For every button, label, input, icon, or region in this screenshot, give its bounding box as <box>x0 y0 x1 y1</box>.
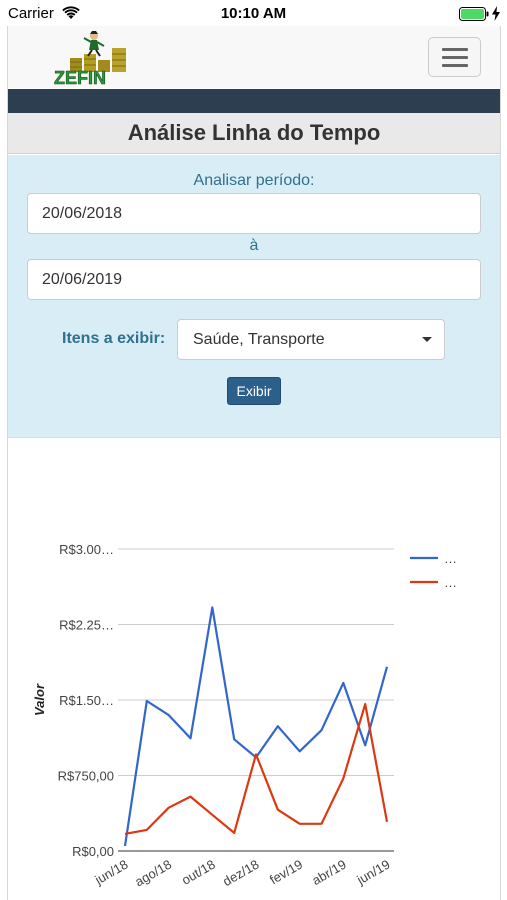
series-line-2 <box>124 702 389 835</box>
legend-label-1: … <box>444 551 457 566</box>
start-date-input[interactable] <box>27 193 481 234</box>
items-select-value: Saúde, Transporte <box>193 331 325 348</box>
items-label: Itens a exibir: <box>62 330 166 347</box>
timeline-chart: R$0,00 R$750,00 R$1.50… R$2.25… R$3.00… Valor… <box>8 439 500 900</box>
page-title-bar: Análise Linha do Tempo <box>8 113 500 154</box>
series-line-1 <box>123 606 389 847</box>
mascot-icon <box>83 31 105 57</box>
y-tick-label: R$2.25… <box>59 618 114 633</box>
x-tick-label: fev/19 <box>267 857 305 888</box>
x-tick-label: jun/18 <box>91 857 130 888</box>
legend-label-2: … <box>444 575 457 590</box>
items-select[interactable]: Saúde, Transporte <box>177 319 445 360</box>
to-label: à <box>249 237 259 254</box>
y-axis-label: Valor <box>32 683 47 716</box>
nav-divider-bar <box>8 89 500 113</box>
x-tick-label: out/18 <box>179 857 218 888</box>
charging-bolt-icon <box>492 6 500 21</box>
page-title: Análise Linha do Tempo <box>127 120 381 145</box>
x-tick-label: abr/19 <box>309 857 348 888</box>
zefin-logo[interactable]: ZEFIN <box>46 30 136 86</box>
svg-text:ZEFIN: ZEFIN <box>54 68 106 86</box>
period-label: Analisar período: <box>193 172 315 189</box>
y-tick-label: R$750,00 <box>58 769 114 784</box>
y-tick-label: R$0,00 <box>72 844 114 859</box>
status-bar: Carrier 10:10 AM <box>0 0 507 28</box>
clock: 10:10 AM <box>220 5 287 22</box>
hamburger-menu-icon <box>442 48 468 51</box>
caret-down-icon <box>422 337 432 342</box>
y-tick-label: R$3.00… <box>59 542 114 557</box>
battery-icon <box>459 7 489 21</box>
y-tick-label: R$1.50… <box>59 693 114 708</box>
end-date-input[interactable] <box>27 259 481 300</box>
filter-panel: Analisar período: à Itens a exibir: Saúd… <box>8 155 500 438</box>
top-navbar: ZEFIN <box>8 26 500 88</box>
x-tick-label: ago/18 <box>132 857 174 890</box>
line-chart-svg: R$0,00 R$750,00 R$1.50… R$2.25… R$3.00… Valor… <box>32 542 457 890</box>
x-tick-label: jun/19 <box>353 857 392 888</box>
menu-toggle-button[interactable] <box>428 37 481 77</box>
show-button[interactable]: Exibir <box>227 377 281 405</box>
x-tick-label: dez/18 <box>220 857 261 890</box>
